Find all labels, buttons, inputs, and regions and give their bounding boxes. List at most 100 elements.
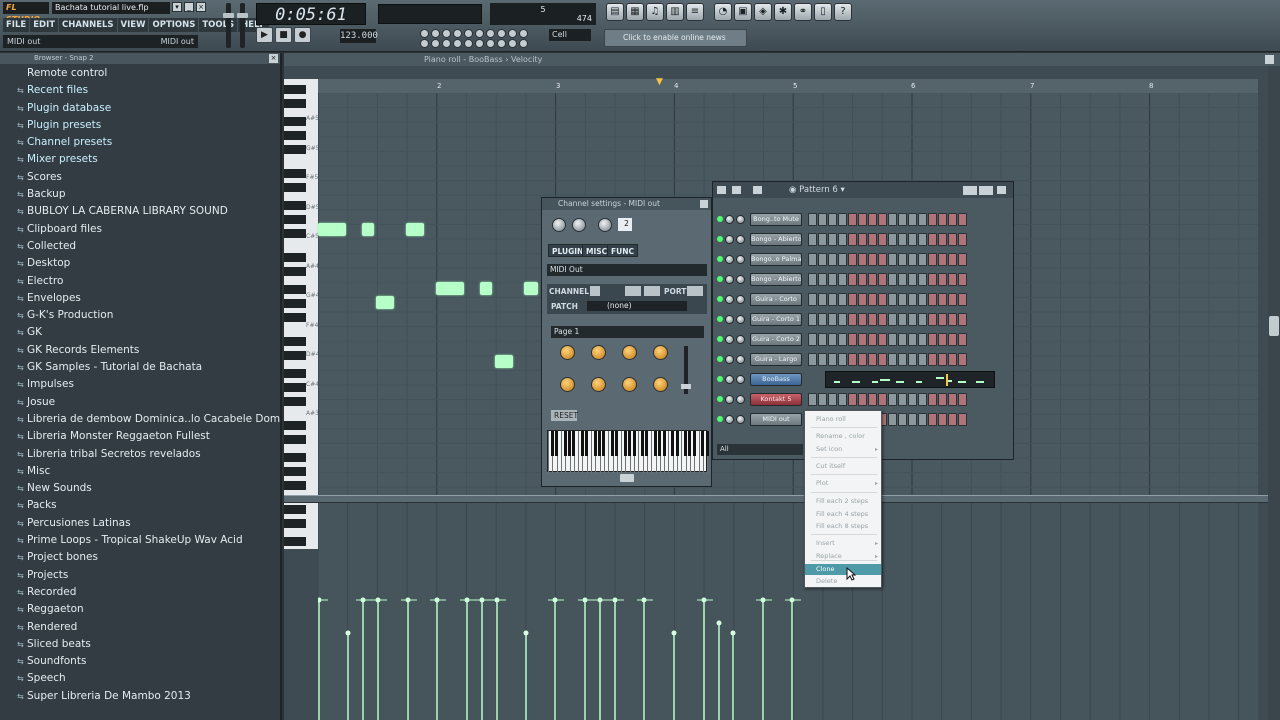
black-key[interactable] — [284, 183, 306, 192]
note[interactable] — [362, 223, 374, 236]
stop-icon[interactable]: ■ — [275, 27, 292, 43]
option-icon[interactable] — [519, 39, 528, 48]
black-key[interactable] — [602, 431, 606, 456]
step-button[interactable] — [888, 332, 897, 346]
browser-item[interactable]: ⇆ Project bones — [0, 549, 280, 566]
step-button[interactable] — [918, 212, 927, 226]
option-icon[interactable] — [431, 29, 440, 38]
browser-item[interactable]: ⇆ Projects — [0, 567, 280, 584]
pitch-knob[interactable] — [598, 218, 612, 232]
volume-knob[interactable] — [572, 218, 586, 232]
close-icon[interactable] — [997, 186, 1006, 194]
black-key[interactable] — [284, 117, 306, 126]
black-key[interactable] — [284, 313, 306, 322]
step-button[interactable] — [868, 332, 877, 346]
step-button[interactable] — [878, 332, 887, 346]
channel-button[interactable]: Guira - Corto 2 — [750, 332, 802, 346]
step-button[interactable] — [958, 292, 967, 306]
document-icon[interactable]: ▯ — [814, 3, 832, 21]
fader-handle[interactable] — [681, 384, 691, 389]
velocity-pane[interactable] — [318, 503, 1258, 720]
channel-mute-led[interactable] — [717, 396, 723, 402]
channel-pan-knob[interactable] — [725, 234, 734, 244]
step-button[interactable] — [838, 272, 847, 286]
menu-file[interactable]: FILE — [3, 18, 31, 32]
black-key[interactable] — [692, 431, 696, 456]
context-menu-item[interactable]: Set icon ▸ — [805, 444, 881, 455]
browser-item[interactable]: ⇆ Mixer presets — [0, 151, 280, 168]
option-icon[interactable] — [508, 29, 517, 38]
step-button[interactable] — [848, 292, 857, 306]
browser-item[interactable]: ⇆ GK Records Elements — [0, 342, 280, 359]
channel-volume-knob[interactable] — [736, 214, 745, 224]
step-button[interactable] — [918, 392, 927, 406]
browser-item[interactable]: ⇆ Scores — [0, 169, 280, 186]
channel-pan-knob[interactable] — [725, 254, 734, 264]
controller-knob-4[interactable] — [653, 345, 668, 360]
browser-item[interactable]: ⇆ GK Samples - Tutorial de Bachata — [0, 359, 280, 376]
channel-volume-knob[interactable] — [736, 314, 745, 324]
note[interactable] — [376, 296, 394, 309]
step-button[interactable] — [918, 332, 927, 346]
step-button[interactable] — [868, 352, 877, 366]
black-key[interactable] — [284, 99, 306, 108]
step-button[interactable] — [858, 392, 867, 406]
step-button[interactable] — [828, 352, 837, 366]
step-button[interactable] — [918, 232, 927, 246]
snap-selector[interactable]: Cell — [549, 29, 591, 41]
black-key[interactable] — [593, 431, 597, 456]
context-menu-item[interactable]: Piano roll — [805, 414, 881, 425]
step-sequencer-titlebar[interactable]: ◉ Pattern 6 ▾ — [713, 182, 1013, 198]
step-button[interactable] — [918, 252, 927, 266]
step-button[interactable] — [948, 232, 957, 246]
option-icon[interactable] — [475, 39, 484, 48]
browser-item[interactable]: ⇆ BUBLOY LA CABERNA LIBRARY SOUND — [0, 203, 280, 220]
step-button[interactable] — [938, 272, 947, 286]
note[interactable] — [436, 282, 464, 295]
step-button[interactable] — [898, 232, 907, 246]
black-key[interactable] — [568, 431, 571, 456]
link-icon[interactable]: ⚭ — [794, 3, 812, 21]
channel-mute-led[interactable] — [717, 416, 723, 422]
time-ruler[interactable]: 2 3 4 5 6 7 8 ▼ — [318, 77, 1258, 93]
step-button[interactable] — [828, 292, 837, 306]
step-button[interactable] — [818, 272, 827, 286]
black-key[interactable] — [688, 431, 692, 456]
menu-edit[interactable]: EDIT — [30, 18, 60, 32]
page-selector[interactable]: Page 1 — [551, 326, 704, 338]
step-button[interactable] — [828, 252, 837, 266]
step-button[interactable] — [918, 412, 927, 426]
black-key[interactable] — [284, 145, 306, 154]
step-button[interactable] — [928, 392, 937, 406]
channel-button[interactable]: Bong..to Mute — [750, 212, 802, 226]
option-icon[interactable] — [420, 39, 429, 48]
black-key[interactable] — [284, 267, 306, 276]
step-button[interactable] — [888, 352, 897, 366]
step-button[interactable] — [918, 292, 927, 306]
white-key[interactable] — [651, 431, 653, 473]
step-button[interactable] — [878, 392, 887, 406]
black-key[interactable] — [611, 431, 614, 456]
step-button[interactable] — [958, 232, 967, 246]
black-key[interactable] — [284, 351, 306, 360]
step-button[interactable] — [938, 332, 947, 346]
context-menu-item[interactable]: Fill each 2 steps — [805, 496, 881, 507]
step-button[interactable] — [948, 412, 957, 426]
black-key[interactable] — [284, 467, 306, 476]
menu-channels[interactable]: CHANNELS — [59, 18, 118, 32]
browser-item[interactable]: ⇆ Soundfonts — [0, 653, 280, 670]
step-button[interactable] — [818, 292, 827, 306]
option-icon[interactable] — [442, 39, 451, 48]
step-button[interactable] — [878, 252, 887, 266]
channel-mute-led[interactable] — [717, 316, 723, 322]
step-button[interactable] — [858, 252, 867, 266]
scroll-thumb[interactable] — [1269, 316, 1279, 336]
option-icon[interactable] — [442, 29, 451, 38]
channel-mute-led[interactable] — [717, 256, 723, 262]
channel-pan-knob[interactable] — [725, 414, 734, 424]
channel-mute-led[interactable] — [717, 336, 723, 342]
channel-mute-led[interactable] — [717, 296, 723, 302]
step-button[interactable] — [868, 312, 877, 326]
black-key[interactable] — [572, 431, 576, 456]
channel-button[interactable]: Guira - Largo — [750, 352, 802, 366]
